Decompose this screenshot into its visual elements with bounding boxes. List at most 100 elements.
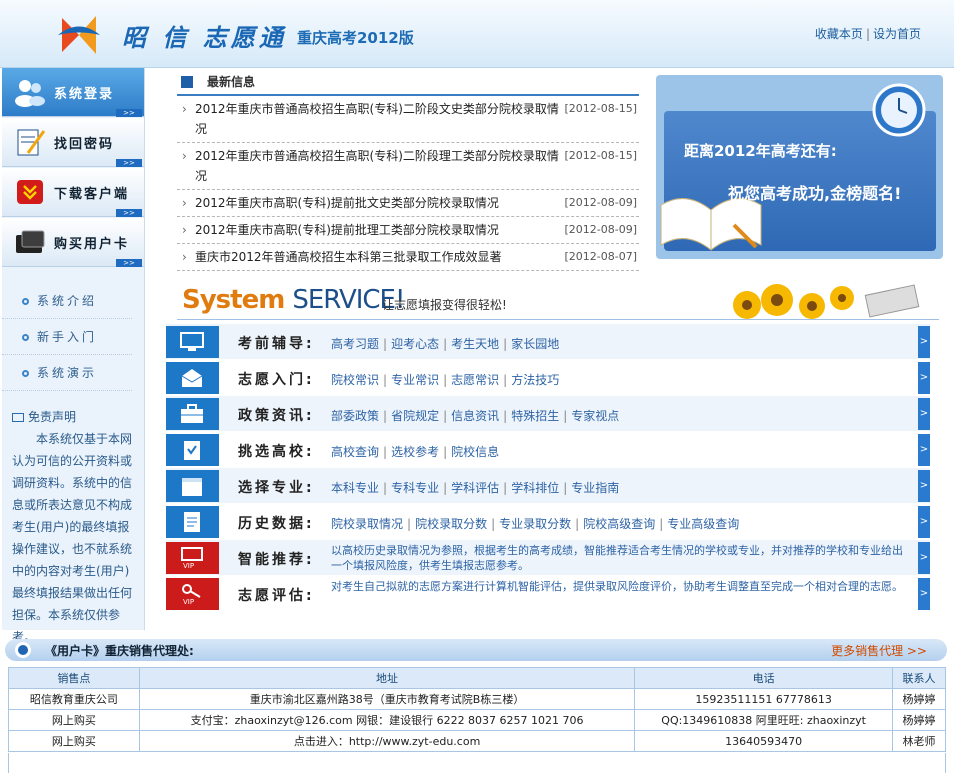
link-major-advanced[interactable]: 专业高级查询 — [667, 517, 739, 531]
news-panel: 最新信息 2012年重庆市普通高校招生高职(专科)二阶段文史类部分院校录取情况[… — [177, 70, 639, 271]
link-methods-tips[interactable]: 方法技巧 — [511, 373, 559, 387]
arrow-icon: >> — [116, 209, 142, 217]
news-item[interactable]: 2012年重庆市高职(专科)提前批文史类部分院校录取情况[2012-08-09] — [177, 190, 639, 217]
link-vocational-majors[interactable]: 专科专业 — [391, 481, 439, 495]
link-discipline-rank[interactable]: 学科排位 — [511, 481, 559, 495]
bookmark-link[interactable]: 收藏本页 — [815, 27, 863, 41]
document-icon — [184, 512, 200, 532]
link-college-info[interactable]: 院校信息 — [451, 445, 499, 459]
column-header: 地址 — [138, 667, 636, 689]
news-item[interactable]: 2012年重庆市普通高校招生高职(专科)二阶段文史类部分院校录取情况[2012-… — [177, 96, 639, 143]
link-expert-views[interactable]: 专家视点 — [571, 409, 619, 423]
briefcase-icon — [181, 404, 203, 423]
row-go-button[interactable]: > — [918, 398, 930, 430]
table-cell: 杨婷婷 — [892, 709, 946, 731]
link-exam-exercises[interactable]: 高考习题 — [331, 337, 379, 351]
table-header-row: 销售点 地址 电话 联系人 — [8, 667, 946, 689]
table-cell: 重庆市渝北区嘉州路38号（重庆市教育考试院B栋三楼） — [138, 688, 636, 710]
link-major-scores[interactable]: 专业录取分数 — [499, 517, 571, 531]
clipboard-icon — [184, 441, 200, 460]
link-undergrad-majors[interactable]: 本科专业 — [331, 481, 379, 495]
recover-password-button[interactable]: 找回密码 >> — [2, 118, 144, 167]
row-name: 选择专业: — [238, 480, 315, 496]
edition-label: 重庆高考2012版 — [297, 29, 414, 47]
link-student-world[interactable]: 考生天地 — [451, 337, 499, 351]
svg-text:VIP: VIP — [183, 562, 194, 569]
link-application-basics[interactable]: 志愿常识 — [451, 373, 499, 387]
download-client-label: 下载客户端 — [54, 187, 130, 202]
row-go-button[interactable]: > — [918, 362, 930, 394]
website-link[interactable]: 点击进入：http://www.zyt-edu.com — [294, 735, 480, 748]
news-item[interactable]: 2012年重庆市高职(专科)提前批理工类部分院校录取情况[2012-08-09] — [177, 217, 639, 244]
service-row-history: 历史数据: 院校录取情况 | 院校录取分数 | 专业录取分数 | 院校高级查询 | 专业高级查询… — [166, 504, 930, 540]
link-college-reference[interactable]: 选校参考 — [391, 445, 439, 459]
news-date: [2012-08-09] — [564, 223, 637, 236]
link-major-basics[interactable]: 专业常识 — [391, 373, 439, 387]
news-item[interactable]: 2012年重庆市普通高校招生高职(专科)二阶段理工类部分院校录取情况[2012-… — [177, 143, 639, 190]
row-go-button[interactable]: > — [918, 578, 930, 610]
link-news[interactable]: 信息资讯 — [451, 409, 499, 423]
row-go-button[interactable]: > — [918, 326, 930, 358]
vip-tile: VIP — [166, 542, 219, 574]
nav-beginner-guide[interactable]: 新手入门 — [2, 319, 132, 355]
sub-navigation: 系统介绍 新手入门 系统演示 — [2, 283, 144, 391]
mail-icon — [12, 413, 24, 422]
agents-bar: 《用户卡》重庆销售代理处: 更多销售代理 >> — [5, 639, 947, 661]
service-row-smart-recommend: VIP 智能推荐: 以高校历史录取情况为参照，根据考生的高考成绩，智能推荐适合考… — [166, 540, 930, 576]
table-cell: 昭信教育重庆公司 — [8, 688, 140, 710]
agents-title: 《用户卡》重庆销售代理处: — [45, 644, 194, 658]
nav-system-intro[interactable]: 系统介绍 — [2, 283, 132, 319]
calendar-icon — [182, 478, 202, 496]
card-icon — [16, 230, 45, 253]
set-homepage-link[interactable]: 设为首页 — [873, 27, 921, 41]
row-name: 历史数据: — [238, 516, 315, 532]
vip-key-icon: VIP — [182, 584, 201, 605]
nav-system-demo[interactable]: 系统演示 — [2, 355, 132, 391]
download-client-button[interactable]: 下载客户端 >> — [2, 168, 144, 217]
link-provincial-rules[interactable]: 省院规定 — [391, 409, 439, 423]
link-college-scores[interactable]: 院校录取分数 — [415, 517, 487, 531]
tile — [166, 506, 219, 538]
news-item[interactable]: 重庆市2012年普通高校招生本科第三批录取工作成效显著[2012-08-07] — [177, 244, 639, 271]
tile — [166, 362, 219, 394]
arrow-icon: >> — [116, 259, 142, 267]
bullet-icon — [22, 370, 29, 377]
service-row-evaluation: VIP 志愿评估: 对考生自己拟就的志愿方案进行计算机智能评估，提供录取风险度评… — [166, 576, 930, 612]
row-go-button[interactable]: > — [918, 470, 930, 502]
tile — [166, 398, 219, 430]
row-go-button[interactable]: > — [918, 434, 930, 466]
column-header: 销售点 — [8, 667, 140, 689]
row-go-button[interactable]: > — [918, 506, 930, 538]
column-header: 联系人 — [892, 667, 946, 689]
row-name: 考前辅导: — [238, 336, 315, 352]
row-name: 政策资讯: — [238, 408, 315, 424]
service-row-choose-major: 选择专业: 本科专业 | 专科专业 | 学科评估 | 学科排位 | 专业指南 > — [166, 468, 930, 504]
link-major-guide[interactable]: 专业指南 — [571, 481, 619, 495]
recover-password-label: 找回密码 — [54, 137, 115, 152]
link-college-basics[interactable]: 院校常识 — [331, 373, 379, 387]
service-row-choose-college: 挑选高校: 高校查询 | 选校参考 | 院校信息 > — [166, 432, 930, 468]
link-parent-corner[interactable]: 家长园地 — [511, 337, 559, 351]
envelope-icon — [181, 369, 203, 387]
notepad-icon — [17, 129, 46, 156]
users-icon — [15, 80, 45, 107]
link-special-admission[interactable]: 特殊招生 — [511, 409, 559, 423]
countdown-wish: 祝您高考成功,金榜题名! — [728, 184, 902, 203]
disclaimer-title: 免责声明 — [12, 406, 140, 428]
buy-card-button[interactable]: 购买用户卡 >> — [2, 218, 144, 267]
link-college-advanced[interactable]: 院校高级查询 — [583, 517, 655, 531]
link-college-search[interactable]: 高校查询 — [331, 445, 379, 459]
table-cell: 杨婷婷 — [892, 688, 946, 710]
link-college-admissions[interactable]: 院校录取情况 — [331, 517, 403, 531]
link-exam-mindset[interactable]: 迎考心态 — [391, 337, 439, 351]
tile — [166, 326, 219, 358]
service-banner: System SERVICE! 让志愿填报变得很轻松! — [177, 280, 939, 320]
link-discipline-eval[interactable]: 学科评估 — [451, 481, 499, 495]
row-links: 部委政策 | 省院规定 | 信息资讯 | 特殊招生 | 专家视点 — [331, 409, 620, 423]
row-name: 志愿评估: — [238, 588, 315, 604]
login-button[interactable]: 系统登录 >> — [2, 68, 144, 117]
bullet-icon — [22, 334, 29, 341]
more-agents-link[interactable]: 更多销售代理 >> — [831, 642, 927, 659]
row-go-button[interactable]: > — [918, 542, 930, 574]
link-ministry-policy[interactable]: 部委政策 — [331, 409, 379, 423]
